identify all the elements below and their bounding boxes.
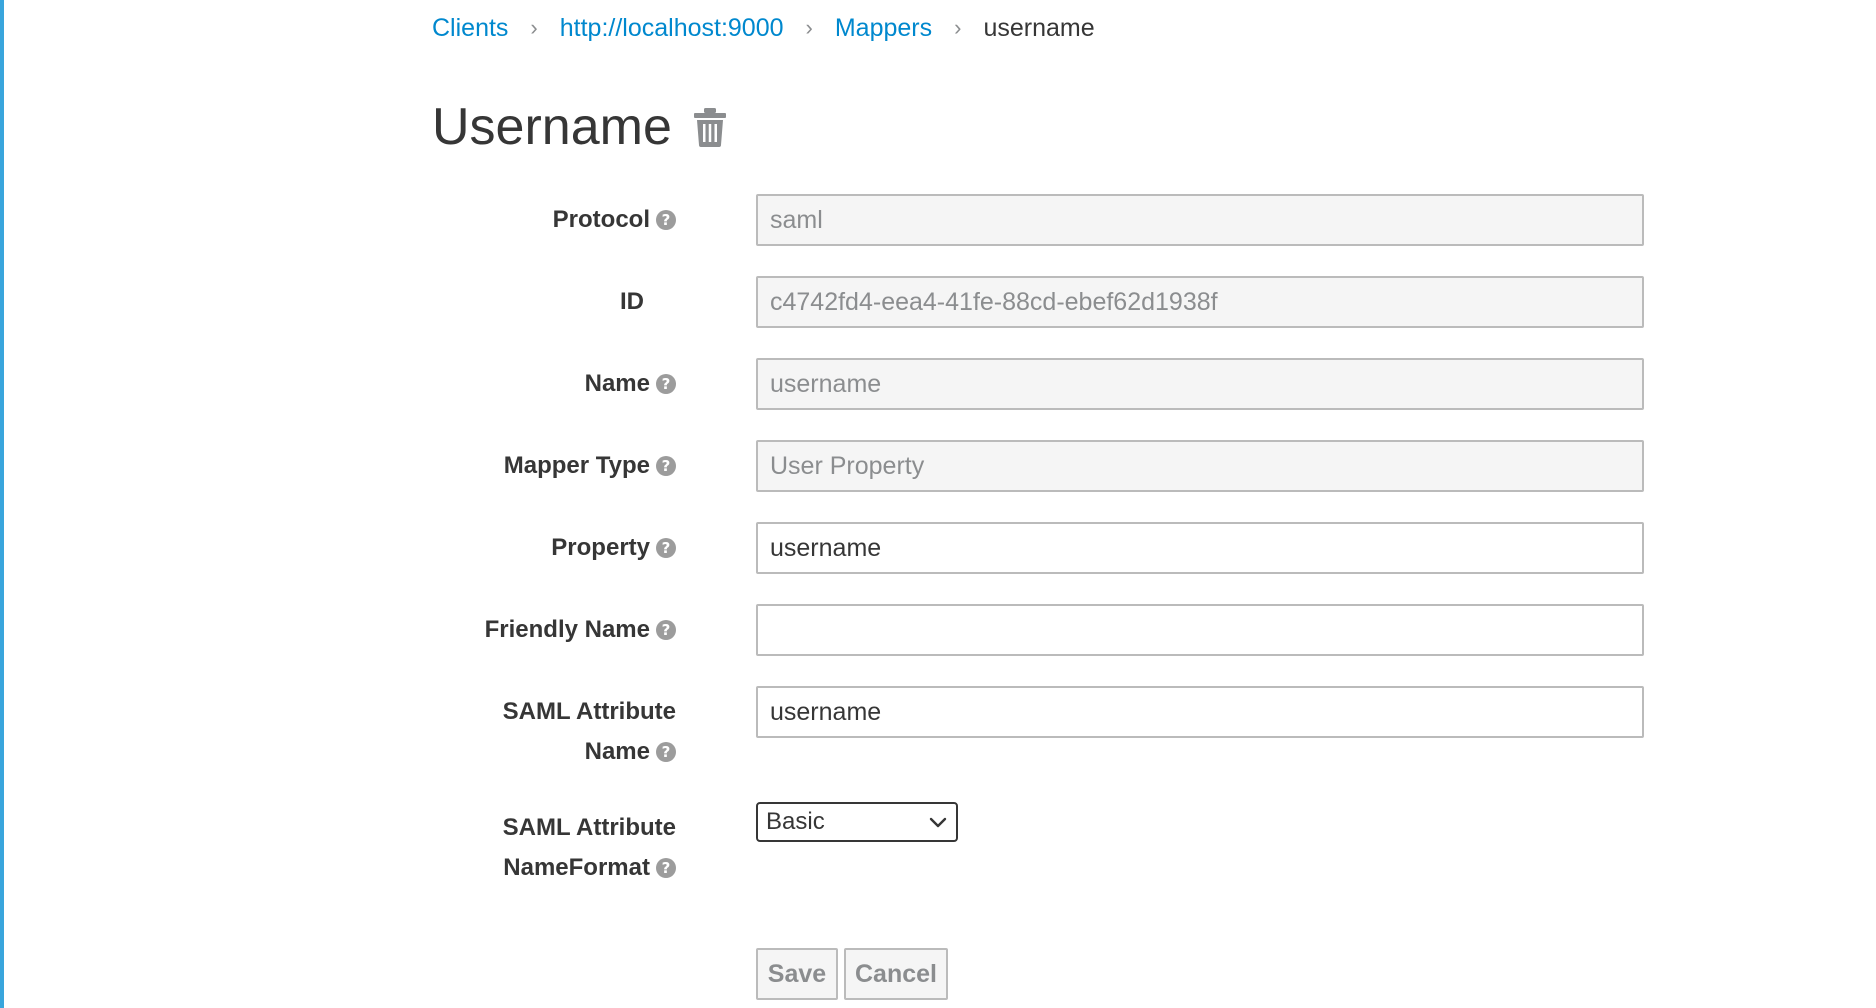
id-label: ID xyxy=(620,288,644,315)
saml-attribute-name-label: SAML Attribute Name? xyxy=(502,698,676,765)
trash-icon[interactable] xyxy=(692,107,728,147)
left-accent-bar xyxy=(0,0,4,1008)
help-icon[interactable]: ? xyxy=(656,742,676,762)
help-icon[interactable]: ? xyxy=(656,620,676,640)
help-icon[interactable]: ? xyxy=(656,456,676,476)
property-field[interactable] xyxy=(756,522,1644,574)
page-title: Username xyxy=(432,98,672,156)
mapper-type-field[interactable] xyxy=(756,440,1644,492)
breadcrumb-clients[interactable]: Clients xyxy=(432,14,508,43)
nameformat-select-value: Basic xyxy=(766,808,825,835)
saml-attribute-nameformat-label: SAML Attribute NameFormat? xyxy=(502,814,676,881)
help-icon[interactable]: ? xyxy=(656,858,676,878)
breadcrumb: Clients › http://localhost:9000 › Mapper… xyxy=(432,8,1095,48)
breadcrumb-current: username xyxy=(983,13,1095,42)
property-label: Property? xyxy=(436,528,676,568)
cancel-button[interactable]: Cancel xyxy=(844,948,948,1000)
trash-icon-graphic xyxy=(693,108,726,147)
protocol-label: Protocol? xyxy=(436,200,676,240)
protocol-field[interactable] xyxy=(756,194,1644,246)
chevron-down-icon xyxy=(929,817,947,828)
help-icon[interactable]: ? xyxy=(656,374,676,394)
help-icon[interactable]: ? xyxy=(656,538,676,558)
help-icon[interactable]: ? xyxy=(656,210,676,230)
mapper-type-label: Mapper Type? xyxy=(436,446,676,486)
save-button[interactable]: Save xyxy=(756,948,838,1000)
breadcrumb-client[interactable]: http://localhost:9000 xyxy=(560,14,784,43)
page-header: Username xyxy=(432,95,728,159)
breadcrumb-separator: › xyxy=(954,15,962,40)
name-label: Name? xyxy=(436,364,676,404)
breadcrumb-separator: › xyxy=(530,15,538,40)
name-field[interactable] xyxy=(756,358,1644,410)
breadcrumb-separator: › xyxy=(805,15,813,40)
breadcrumb-mappers[interactable]: Mappers xyxy=(835,14,932,43)
saml-attribute-name-field[interactable] xyxy=(756,686,1644,738)
nameformat-select[interactable]: Basic xyxy=(756,802,958,842)
friendly-name-field[interactable] xyxy=(756,604,1644,656)
id-field[interactable] xyxy=(756,276,1644,328)
friendly-name-label: Friendly Name? xyxy=(436,610,676,650)
